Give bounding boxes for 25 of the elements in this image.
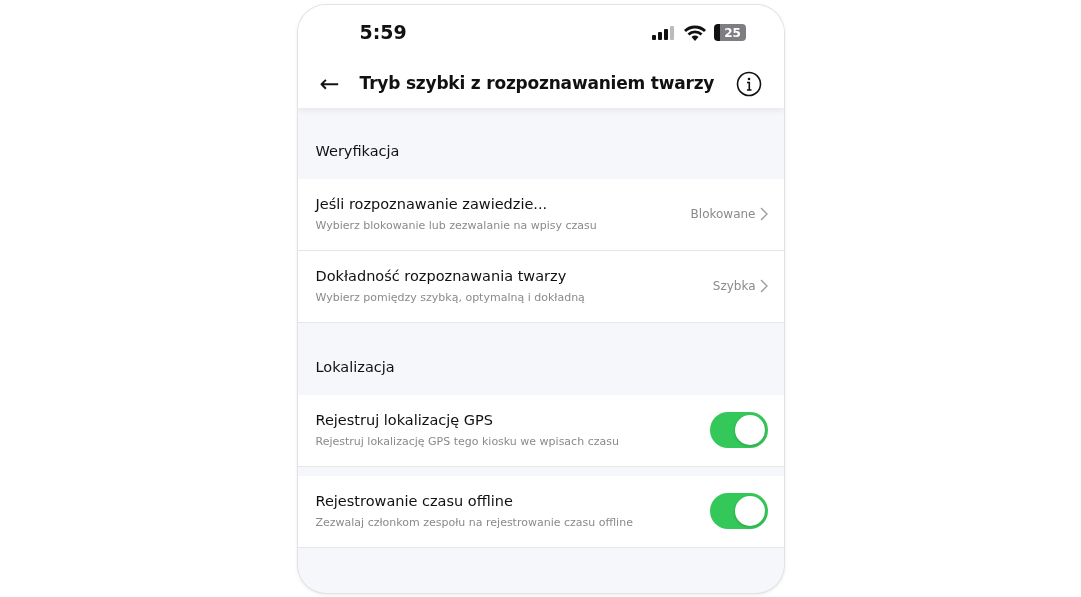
section-header: Weryfikacja xyxy=(314,142,401,161)
section-header: Lokalizacja xyxy=(314,357,396,377)
settings-row[interactable]: Jeśli rozpoznawanie zawiedzie... Wybierz blokowanie lub zezwalanie na wpisy czasu Blokowane xyxy=(297,178,784,251)
settings-row[interactable]: Dokładność rozpoznawania twarzy Wybierz pomiędzy szybką, optymalną i dokładną Szybka xyxy=(297,250,784,323)
wifi-icon xyxy=(683,24,706,41)
row-subtitle: Zezwalaj członkom zespołu na rejestrowanie czasu offline xyxy=(315,514,634,531)
row-subtitle: Wybierz pomiędzy szybką, optymalną i dokładną xyxy=(315,289,586,306)
toggle-switch[interactable] xyxy=(709,412,768,448)
back-button[interactable]: ← xyxy=(319,72,340,96)
chevron-icon xyxy=(759,279,768,294)
row-title: Rejestrowanie czasu offline xyxy=(315,491,514,511)
row-subtitle: Rejestruj lokalizację GPS tego kiosku we wpisach czasu xyxy=(315,433,620,450)
screen-title: Tryb szybki z rozpoznawaniem twarzy xyxy=(359,72,716,96)
battery-icon: 25 xyxy=(713,24,746,41)
row-title: Rejestruj lokalizację GPS xyxy=(315,410,495,430)
toggle-switch[interactable] xyxy=(709,493,768,529)
signal-icon xyxy=(651,25,676,40)
chevron-icon xyxy=(759,207,768,222)
row-value: Blokowane xyxy=(690,206,756,224)
row-subtitle: Wybierz blokowanie lub zezwalanie na wpisy czasu xyxy=(315,217,598,234)
status-time: 5:59 xyxy=(359,20,407,46)
row-title: Jeśli rozpoznawanie zawiedzie... xyxy=(315,195,549,215)
row-title: Dokładność rozpoznawania twarzy xyxy=(315,267,568,287)
info-icon[interactable] xyxy=(735,71,762,97)
row-value: Szybka xyxy=(712,278,756,296)
